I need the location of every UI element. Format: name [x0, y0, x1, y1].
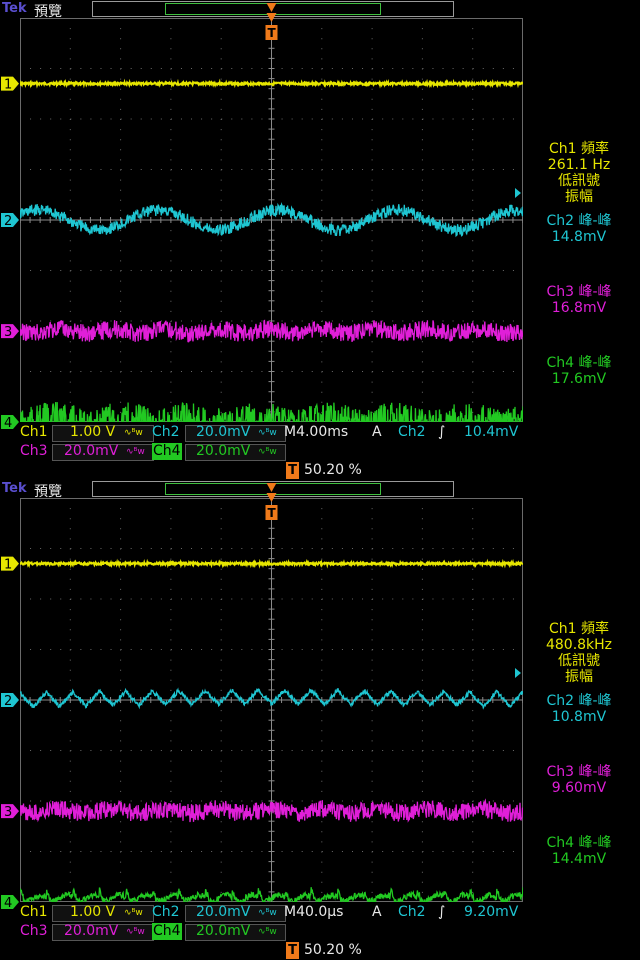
ch1-bw-icon: ∿ᴮw — [124, 428, 143, 438]
acq-mode: A — [372, 904, 382, 920]
ch4-pkpk-value: 17.6mV — [551, 371, 607, 387]
channel-marker-label: 3 — [4, 325, 12, 340]
ch3-pkpk-label: Ch3 峰-峰 — [546, 284, 612, 300]
trigger-position[interactable]: 50.20 % — [304, 942, 362, 958]
graticule — [20, 498, 523, 902]
channel-marker-1[interactable]: 1 — [1, 76, 19, 93]
ch4-pk-pk-readout: Ch4 峰-峰 14.4mV — [524, 835, 634, 867]
top-bar: Tek 預覽 — [0, 0, 640, 20]
ch1-label: Ch1 — [20, 904, 48, 920]
ch4-pkpk-label: Ch4 峰-峰 — [546, 835, 612, 851]
ch3-scale: 20.0mV — [64, 923, 119, 939]
ch1-scale: 1.00 V — [70, 904, 116, 920]
ch1-freq-value: 480.8kHz — [545, 637, 613, 653]
trigger-level[interactable]: 9.20mV — [464, 904, 518, 920]
ch3-label: Ch3 — [20, 443, 48, 459]
record-length-bar — [92, 481, 454, 497]
ch2-pk-pk-readout: Ch2 峰-峰 14.8mV — [524, 213, 634, 245]
channel-marker-label: 2 — [4, 694, 12, 709]
waveform-screen — [20, 18, 523, 422]
trigger-level[interactable]: 10.4mV — [464, 424, 518, 440]
ch2-bw-icon: ∿ᴮw — [258, 428, 277, 438]
ch4-pk-pk-readout: Ch4 峰-峰 17.6mV — [524, 355, 634, 387]
ch2-label: Ch2 — [152, 424, 180, 440]
timebase[interactable]: M4.00ms — [284, 424, 348, 440]
timebase[interactable]: M40.0µs — [284, 904, 343, 920]
channel-marker-label: 1 — [4, 558, 12, 573]
channel-marker-label: 1 — [4, 78, 12, 93]
ch2-scale: 20.0mV — [196, 904, 251, 920]
channel-marker-label: 3 — [4, 805, 12, 820]
ch4-label: Ch4 — [152, 923, 182, 940]
channel-marker-2[interactable]: 2 — [1, 693, 19, 709]
record-view-window — [165, 3, 381, 15]
ch1-freq-label: Ch1 頻率 — [548, 141, 609, 157]
ch3-bw-icon: ∿ᴮw — [126, 927, 145, 937]
trigger-source[interactable]: Ch2 — [398, 904, 426, 920]
record-view-window — [165, 483, 381, 495]
record-length-bar — [92, 1, 454, 17]
channel-marker-3[interactable]: 3 — [1, 324, 19, 340]
scope-capture-1: Tek 預覽 1234T Ch1 頻率 261.1 Hz 低訊號 振幅 Ch2 … — [0, 0, 640, 480]
ch2-pk-pk-readout: Ch2 峰-峰 10.8mV — [524, 693, 634, 725]
ch4-scale: 20.0mV — [196, 443, 251, 459]
ch2-pkpk-value: 14.8mV — [551, 229, 607, 245]
ch4-pkpk-label: Ch4 峰-峰 — [546, 355, 612, 371]
ch2-pkpk-label: Ch2 峰-峰 — [546, 213, 612, 229]
channel-marker-1[interactable]: 1 — [1, 556, 19, 573]
brand-logo: Tek — [2, 481, 27, 496]
scope-capture-2: Tek 預覽 1234T Ch1 頻率 480.8kHz 低訊號 振幅 Ch2 … — [0, 480, 640, 960]
ch1-label: Ch1 — [20, 424, 48, 440]
ch1-freq-note1: 低訊號 — [558, 653, 600, 669]
ch3-bw-icon: ∿ᴮw — [126, 447, 145, 457]
trigger-slope-icon: ∫ — [438, 904, 446, 920]
ch4-scale: 20.0mV — [196, 923, 251, 939]
ch1-freq-note1: 低訊號 — [558, 173, 600, 189]
ch4-label: Ch4 — [152, 443, 182, 460]
ch2-bw-icon: ∿ᴮw — [258, 908, 277, 918]
trigger-position-icon: T — [286, 462, 299, 479]
ch2-pkpk-label: Ch2 峰-峰 — [546, 693, 612, 709]
acq-mode: A — [372, 424, 382, 440]
ch1-frequency-readout: Ch1 頻率 261.1 Hz 低訊號 振幅 — [524, 141, 634, 205]
ch3-scale: 20.0mV — [64, 443, 119, 459]
brand-logo: Tek — [2, 1, 27, 16]
channel-marker-label: 2 — [4, 214, 12, 229]
ch1-bw-icon: ∿ᴮw — [124, 908, 143, 918]
ch2-label: Ch2 — [152, 904, 180, 920]
channel-marker-3[interactable]: 3 — [1, 804, 19, 820]
ch2-scale: 20.0mV — [196, 424, 251, 440]
trigger-source[interactable]: Ch2 — [398, 424, 426, 440]
trigger-slope-icon: ∫ — [438, 424, 446, 440]
ch1-freq-value: 261.1 Hz — [547, 157, 611, 173]
ch3-pkpk-value: 16.8mV — [551, 300, 607, 316]
ch3-pk-pk-readout: Ch3 峰-峰 16.8mV — [524, 284, 634, 316]
ch3-label: Ch3 — [20, 923, 48, 939]
trigger-position[interactable]: 50.20 % — [304, 462, 362, 478]
channel-marker-2[interactable]: 2 — [1, 213, 19, 229]
ch4-pkpk-value: 14.4mV — [551, 851, 607, 867]
ch1-frequency-readout: Ch1 頻率 480.8kHz 低訊號 振幅 — [524, 621, 634, 685]
graticule — [20, 18, 523, 422]
ch4-bw-icon: ∿ᴮw — [258, 927, 277, 937]
ch2-pkpk-value: 10.8mV — [551, 709, 607, 725]
ch1-freq-note2: 振幅 — [565, 669, 593, 685]
ch1-freq-note2: 振幅 — [565, 189, 593, 205]
ch3-pkpk-label: Ch3 峰-峰 — [546, 764, 612, 780]
trace-ch1 — [20, 558, 523, 569]
trigger-position-icon: T — [286, 942, 299, 959]
ch3-pk-pk-readout: Ch3 峰-峰 9.60mV — [524, 764, 634, 796]
ch1-scale: 1.00 V — [70, 424, 116, 440]
waveform-screen — [20, 498, 523, 902]
top-bar: Tek 預覽 — [0, 480, 640, 500]
ch1-freq-label: Ch1 頻率 — [548, 621, 609, 637]
ch3-pkpk-value: 9.60mV — [551, 780, 607, 796]
ch4-bw-icon: ∿ᴮw — [258, 447, 277, 457]
